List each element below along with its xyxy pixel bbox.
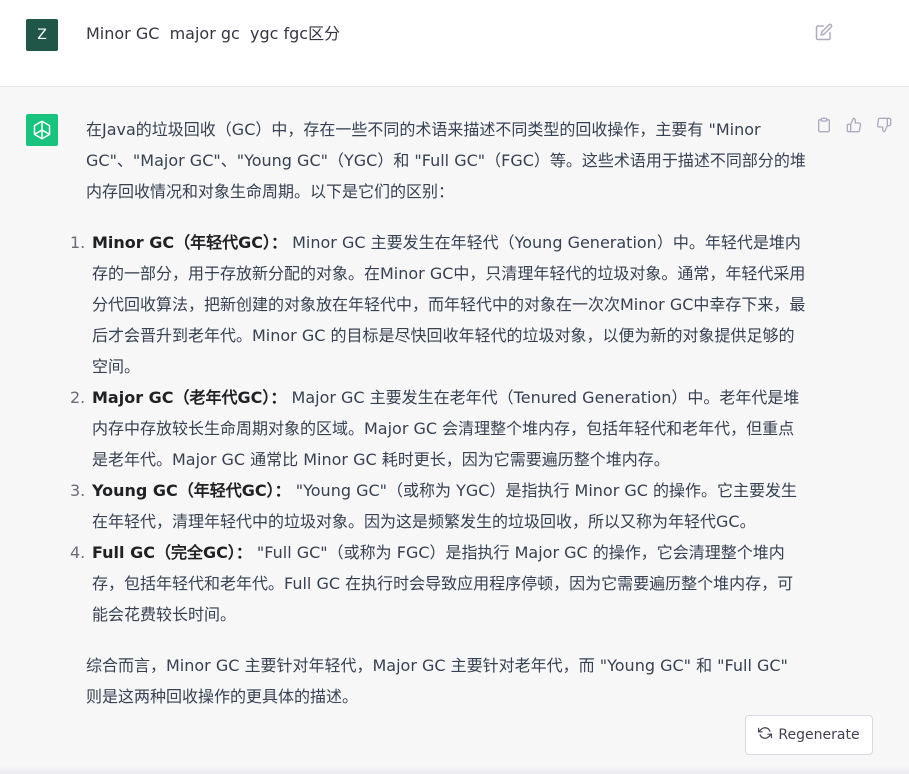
gc-type-list: 1. Minor GC（年轻代GC）： Minor GC 主要发生在年轻代（Yo… xyxy=(70,227,806,630)
list-item: 1. Minor GC（年轻代GC）： Minor GC 主要发生在年轻代（Yo… xyxy=(70,227,806,382)
summary-paragraph: 综合而言，Minor GC 主要针对年轻代，Major GC 主要针对老年代，而… xyxy=(86,656,788,706)
refresh-icon xyxy=(758,726,773,744)
user-avatar: Z xyxy=(26,19,58,51)
list-number: 4. xyxy=(70,543,86,562)
list-item-title: Minor GC（年轻代GC）： xyxy=(92,233,288,252)
regenerate-label: Regenerate xyxy=(778,727,860,743)
message-actions xyxy=(816,117,894,135)
user-message-text: Minor GC major gc ygc fgc区分 xyxy=(86,24,341,43)
user-message-row: Z Minor GC major gc ygc fgc区分 xyxy=(0,0,909,87)
list-item-title: Full GC（完全GC）： xyxy=(92,543,252,562)
clipboard-icon[interactable] xyxy=(816,117,834,135)
list-item: 3. Young GC（年轻代GC）： "Young GC"（或称为 YGC）是… xyxy=(70,475,806,537)
assistant-message-row: 在Java的垃圾回收（GC）中，存在一些不同的术语来描述不同类型的回收操作，主要… xyxy=(0,87,909,774)
list-item: 2. Major GC（老年代GC）： Major GC 主要发生在老年代（Te… xyxy=(70,382,806,475)
list-item-title: Major GC（老年代GC）： xyxy=(92,388,287,407)
thumbs-up-icon[interactable] xyxy=(846,117,864,135)
edit-icon[interactable] xyxy=(815,23,835,43)
list-number: 3. xyxy=(70,481,86,500)
regenerate-button[interactable]: Regenerate xyxy=(745,715,873,755)
assistant-message-content: 在Java的垃圾回收（GC）中，存在一些不同的术语来描述不同类型的回收操作，主要… xyxy=(70,114,806,712)
list-item-title: Young GC（年轻代GC）： xyxy=(92,481,291,500)
thumbs-down-icon[interactable] xyxy=(876,117,894,135)
list-number: 2. xyxy=(70,388,86,407)
bottom-fade xyxy=(0,766,909,774)
list-item-text: Minor GC 主要发生在年轻代（Young Generation）中。年轻代… xyxy=(92,233,806,376)
list-item: 4. Full GC（完全GC）： "Full GC"（或称为 FGC）是指执行… xyxy=(70,537,806,630)
list-number: 1. xyxy=(70,233,86,252)
intro-paragraph: 在Java的垃圾回收（GC）中，存在一些不同的术语来描述不同类型的回收操作，主要… xyxy=(86,120,806,201)
openai-logo-icon xyxy=(26,114,58,146)
